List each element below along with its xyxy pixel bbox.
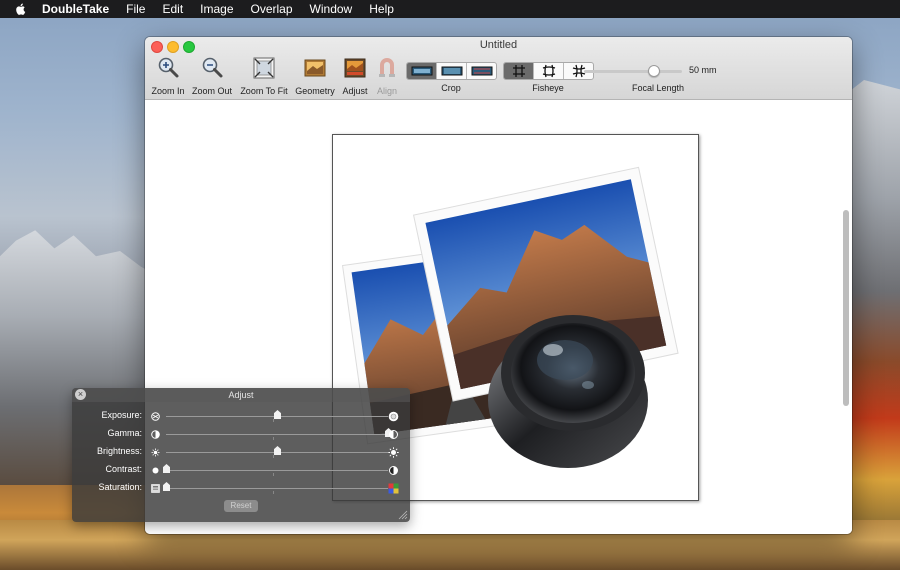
fisheye-label: Fisheye: [532, 83, 564, 93]
fisheye-option-2[interactable]: [534, 63, 564, 79]
focal-length-slider-track[interactable]: [584, 70, 682, 73]
color-swatch-icon: [388, 483, 399, 494]
focal-length-value: 50 mm: [689, 65, 717, 75]
contrast-center-tick: [273, 473, 274, 476]
menu-overlap[interactable]: Overlap: [251, 2, 293, 16]
adjust-icon: [344, 58, 366, 78]
saturation-row: Saturation:: [72, 482, 410, 496]
focal-length-label: Focal Length: [631, 83, 685, 93]
contrast-large-icon: [389, 466, 398, 475]
exposure-center-tick: [273, 419, 274, 422]
brightness-label: Brightness:: [96, 446, 142, 456]
adjust-button[interactable]: Adjust: [340, 56, 370, 96]
exposure-slider-knob[interactable]: [274, 410, 281, 419]
align-button[interactable]: Align: [374, 56, 400, 96]
brightness-row: Brightness:: [72, 446, 410, 460]
fisheye-segmented-control: [503, 62, 594, 80]
geometry-icon: [304, 59, 326, 77]
saturation-label: Saturation:: [98, 482, 142, 492]
gamma-label: Gamma:: [107, 428, 142, 438]
exposure-label: Exposure:: [101, 410, 142, 420]
reset-button[interactable]: Reset: [224, 500, 258, 512]
sun-small-icon: [151, 448, 160, 457]
zoom-out-button[interactable]: Zoom Out: [191, 56, 233, 96]
focal-length-slider-knob[interactable]: [648, 65, 660, 77]
saturation-slider-track[interactable]: [166, 488, 388, 489]
menu-help[interactable]: Help: [369, 2, 394, 16]
zoom-to-fit-icon: [253, 57, 275, 79]
exposure-row: Exposure:: [72, 410, 410, 424]
crop-trim-icon: [441, 66, 462, 76]
saturation-slider-knob[interactable]: [163, 482, 170, 491]
menu-bar: DoubleTake File Edit Image Overlap Windo…: [0, 0, 900, 18]
zoom-to-fit-button[interactable]: Zoom To Fit: [238, 56, 290, 96]
fisheye-grid-icon: [512, 65, 525, 77]
half-circle-large-icon: [389, 430, 398, 439]
gamma-center-tick: [273, 437, 274, 440]
zoom-out-label: Zoom Out: [191, 86, 232, 96]
adjust-label: Adjust: [342, 86, 368, 96]
gamma-slider-track[interactable]: [166, 434, 388, 435]
window-toolbar: Untitled Zoom In Zoom Out Zoom To Fit Ge…: [145, 37, 852, 100]
zoom-to-fit-label: Zoom To Fit: [240, 86, 288, 96]
zoom-in-label: Zoom In: [151, 86, 185, 96]
sun-large-icon: [388, 447, 399, 458]
contrast-slider-track[interactable]: [166, 470, 388, 471]
zoom-out-icon: [202, 57, 223, 78]
aperture-large-icon: [388, 411, 399, 422]
geometry-label: Geometry: [295, 86, 335, 96]
menu-window[interactable]: Window: [310, 2, 353, 16]
apple-icon[interactable]: [14, 2, 28, 16]
resize-grip-icon[interactable]: [398, 510, 408, 520]
menu-file[interactable]: File: [126, 2, 145, 16]
zoom-in-icon: [158, 57, 179, 78]
align-label: Align: [376, 86, 397, 96]
menu-edit[interactable]: Edit: [162, 2, 183, 16]
geometry-button[interactable]: Geometry: [295, 56, 335, 96]
contrast-row: Contrast:: [72, 464, 410, 478]
menu-image[interactable]: Image: [200, 2, 233, 16]
crop-segmented-control: [406, 62, 497, 80]
brightness-center-tick: [273, 455, 274, 458]
contrast-small-icon: [152, 467, 159, 474]
adjust-panel-title: Adjust: [72, 388, 410, 402]
adjust-panel: Adjust × Exposure: Gamma: Brightness: Co…: [72, 388, 410, 522]
crop-full-icon: [411, 66, 432, 76]
gamma-row: Gamma:: [72, 428, 410, 442]
brightness-slider-knob[interactable]: [274, 446, 281, 455]
crop-option-2[interactable]: [437, 63, 467, 79]
align-icon: [379, 58, 395, 77]
window-title: Untitled: [479, 39, 518, 51]
crop-label: Crop: [441, 83, 461, 93]
crop-option-3[interactable]: [467, 63, 496, 79]
half-circle-small-icon: [151, 430, 160, 439]
crop-option-1[interactable]: [407, 63, 437, 79]
fisheye-option-1[interactable]: [504, 63, 534, 79]
saturation-center-tick: [273, 491, 274, 494]
adjust-panel-close-button[interactable]: ×: [75, 389, 86, 400]
crop-auto-icon: [471, 66, 492, 76]
grayscale-icon: [151, 484, 160, 493]
menu-app-name[interactable]: DoubleTake: [42, 2, 109, 16]
zoom-in-button[interactable]: Zoom In: [151, 56, 185, 96]
vertical-scrollbar[interactable]: [843, 210, 849, 406]
contrast-label: Contrast:: [105, 464, 142, 474]
aperture-small-icon: [151, 412, 160, 421]
fisheye-barrel-icon: [542, 64, 555, 78]
contrast-slider-knob[interactable]: [163, 464, 170, 473]
